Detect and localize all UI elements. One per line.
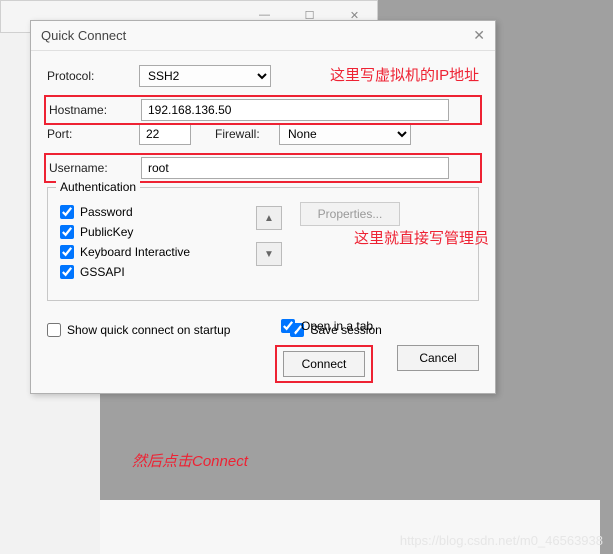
open-tab-checkbox[interactable]	[281, 319, 295, 333]
auth-item-gssapi: GSSAPI	[58, 262, 238, 282]
auth-checkbox-keyboard[interactable]	[60, 245, 74, 259]
auth-item-publickey: PublicKey	[58, 222, 238, 242]
connect-highlight: Connect	[275, 345, 373, 383]
auth-item-keyboard: Keyboard Interactive	[58, 242, 238, 262]
port-input[interactable]	[139, 123, 191, 145]
annotation-connect: 然后点击Connect	[132, 450, 248, 471]
close-icon[interactable]: ✕	[473, 27, 485, 44]
port-label: Port:	[47, 127, 139, 141]
auth-checkbox-gssapi[interactable]	[60, 265, 74, 279]
startup-checkbox[interactable]	[47, 323, 61, 337]
firewall-select[interactable]: None	[279, 123, 411, 145]
username-label: Username:	[49, 161, 141, 175]
move-up-button[interactable]: ▲	[256, 206, 282, 230]
watermark: https://blog.csdn.net/m0_46563938	[400, 533, 603, 548]
hostname-label: Hostname:	[49, 103, 141, 117]
auth-label-keyboard: Keyboard Interactive	[80, 245, 190, 259]
dialog-title: Quick Connect	[41, 28, 473, 43]
titlebar: Quick Connect ✕	[31, 21, 495, 51]
move-down-button[interactable]: ▼	[256, 242, 282, 266]
startup-checkbox-wrap[interactable]: Show quick connect on startup	[47, 323, 230, 337]
auth-item-password: Password	[58, 202, 238, 222]
properties-button: Properties...	[300, 202, 400, 226]
auth-label-gssapi: GSSAPI	[80, 265, 125, 279]
auth-checkbox-password[interactable]	[60, 205, 74, 219]
open-tab-label: Open in a tab	[301, 319, 373, 333]
username-input[interactable]	[141, 157, 449, 179]
auth-label-password: Password	[80, 205, 133, 219]
hostname-input[interactable]	[141, 99, 449, 121]
authentication-legend: Authentication	[56, 180, 140, 194]
protocol-select[interactable]: SSH2	[139, 65, 271, 87]
cancel-button[interactable]: Cancel	[397, 345, 479, 371]
authentication-list[interactable]: Password PublicKey Keyboard Interactive …	[58, 202, 238, 282]
firewall-label: Firewall:	[215, 127, 279, 141]
quick-connect-dialog: Quick Connect ✕ Protocol: SSH2 Hostname:…	[30, 20, 496, 394]
authentication-group: Authentication Password PublicKey Keyboa…	[47, 187, 479, 301]
startup-label: Show quick connect on startup	[67, 323, 230, 337]
protocol-label: Protocol:	[47, 69, 139, 83]
auth-checkbox-publickey[interactable]	[60, 225, 74, 239]
open-tab-wrap[interactable]: Open in a tab	[281, 319, 479, 333]
auth-label-publickey: PublicKey	[80, 225, 133, 239]
connect-button[interactable]: Connect	[283, 351, 365, 377]
